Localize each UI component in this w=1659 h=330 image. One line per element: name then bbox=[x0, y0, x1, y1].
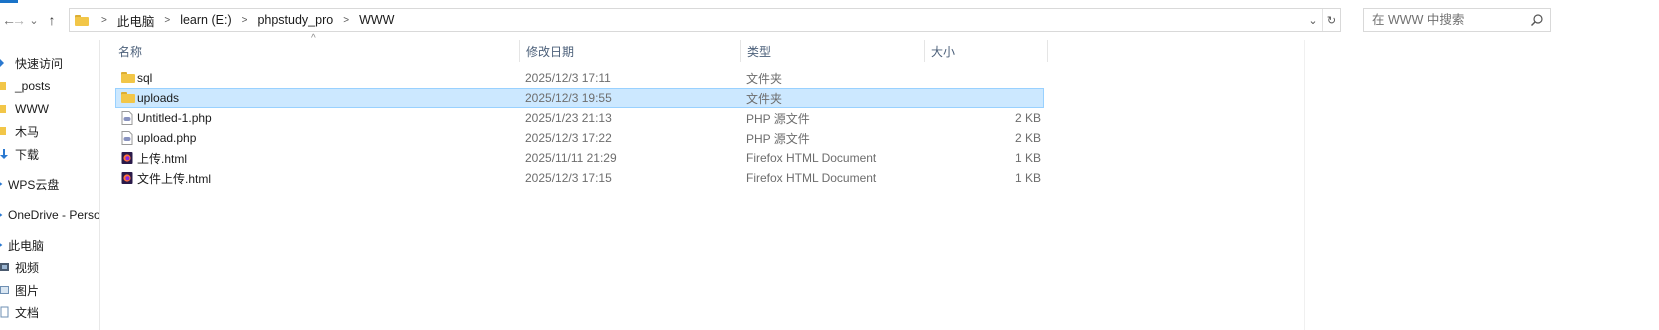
sidebar-item-pictures[interactable]: 图片 bbox=[0, 280, 39, 300]
folder-icon bbox=[121, 72, 135, 86]
search-input[interactable] bbox=[1364, 13, 1524, 27]
sidebar-item-videos[interactable]: 视频 bbox=[0, 257, 39, 277]
sidebar-item-label: 快速访问 bbox=[15, 56, 64, 71]
refresh-button[interactable]: ↻ bbox=[1322, 9, 1340, 31]
sidebar-item-wps-cloud[interactable]: WPS云盘 bbox=[0, 174, 59, 194]
sidebar-item-label: 木马 bbox=[15, 124, 40, 139]
navigation-pane: 快速访问 _posts WWW 木马 下载 WPS云盘 OneDrive - P… bbox=[0, 40, 100, 330]
up-button[interactable]: ↑ bbox=[43, 10, 61, 30]
folder-icon bbox=[121, 92, 135, 106]
address-bar[interactable]: > 此电脑 > learn (E:) > phpstudy_pro > WWW … bbox=[69, 8, 1341, 32]
file-size bbox=[925, 68, 1041, 88]
file-name: 文件上传.html bbox=[137, 171, 212, 186]
star-icon bbox=[0, 59, 4, 67]
file-size: 2 KB bbox=[1014, 111, 1041, 125]
sidebar-item-label: 文档 bbox=[15, 305, 40, 320]
breadcrumb-phpstudy[interactable]: phpstudy_pro bbox=[257, 13, 333, 27]
navigation-bar: ← → ⌄ ↑ > 此电脑 > learn (E:) > phpstudy_pr… bbox=[0, 0, 1659, 40]
php-file-icon bbox=[121, 131, 133, 145]
sidebar-item-label: 图片 bbox=[15, 283, 40, 298]
sidebar-item-documents[interactable]: 文档 bbox=[0, 302, 39, 322]
column-header-size[interactable]: 大小 bbox=[931, 40, 1041, 62]
file-row-untitled-php[interactable]: Untitled-1.php 2025/1/23 21:13 PHP 源文件 2… bbox=[115, 108, 1044, 128]
sidebar-item-downloads[interactable]: 下载 bbox=[0, 144, 39, 164]
pane-divider bbox=[1304, 40, 1305, 330]
sidebar-item-trojan[interactable]: 木马 bbox=[0, 121, 39, 141]
file-type: PHP 源文件 bbox=[746, 111, 810, 126]
chevron-right-icon bbox=[0, 182, 3, 186]
breadcrumb-www[interactable]: WWW bbox=[359, 13, 394, 27]
chevron-right-icon: > bbox=[164, 14, 171, 26]
file-type: Firefox HTML Document bbox=[746, 151, 877, 165]
address-dropdown-button[interactable]: ⌄ bbox=[1304, 9, 1322, 31]
file-size: 2 KB bbox=[1014, 131, 1041, 145]
search-icon[interactable] bbox=[1530, 13, 1544, 27]
sidebar-item-label: 视频 bbox=[15, 260, 40, 275]
column-divider[interactable] bbox=[1047, 40, 1048, 62]
php-file-icon bbox=[121, 111, 133, 125]
search-box[interactable] bbox=[1363, 8, 1551, 32]
chevron-right-icon: > bbox=[241, 14, 248, 26]
column-header-type[interactable]: 类型 bbox=[747, 40, 922, 62]
sidebar-item-label: 此电脑 bbox=[8, 238, 45, 253]
sidebar-item-label: OneDrive - Perso bbox=[8, 208, 100, 222]
folder-icon bbox=[75, 14, 89, 26]
chevron-right-icon bbox=[0, 213, 3, 217]
column-header-date-modified[interactable]: 修改日期 bbox=[526, 40, 736, 62]
file-row-upload-php[interactable]: upload.php 2025/12/3 17:22 PHP 源文件 2 KB bbox=[115, 128, 1044, 148]
sidebar-item-label: _posts bbox=[15, 79, 51, 93]
firefox-html-icon bbox=[121, 172, 133, 184]
file-size: 1 KB bbox=[1014, 171, 1041, 185]
file-type: Firefox HTML Document bbox=[746, 171, 877, 185]
folder-icon bbox=[0, 105, 6, 113]
file-name: uploads bbox=[137, 91, 180, 105]
file-row-file-upload-html[interactable]: 文件上传.html 2025/12/3 17:15 Firefox HTML D… bbox=[115, 168, 1044, 188]
window-accent bbox=[0, 0, 18, 3]
download-icon bbox=[0, 149, 8, 159]
chevron-right-icon bbox=[0, 243, 3, 247]
file-name: upload.php bbox=[137, 131, 197, 145]
file-name: Untitled-1.php bbox=[137, 111, 212, 125]
document-icon bbox=[0, 306, 9, 318]
firefox-html-icon bbox=[121, 152, 133, 164]
file-size: 1 KB bbox=[1014, 151, 1041, 165]
file-date: 2025/12/3 17:11 bbox=[525, 71, 611, 85]
column-divider[interactable] bbox=[519, 40, 520, 62]
file-date: 2025/12/3 17:22 bbox=[525, 131, 612, 145]
file-row-upload-html[interactable]: 上传.html 2025/11/11 21:29 Firefox HTML Do… bbox=[115, 148, 1044, 168]
sidebar-item-quick-access[interactable]: 快速访问 bbox=[0, 53, 63, 73]
sidebar-item-posts[interactable]: _posts bbox=[0, 76, 50, 96]
sidebar-item-label: WPS云盘 bbox=[8, 177, 60, 192]
file-row-sql[interactable]: sql 2025/12/3 17:11 文件夹 bbox=[115, 68, 1044, 88]
breadcrumb-drive[interactable]: learn (E:) bbox=[180, 13, 231, 27]
sidebar-item-label: 下载 bbox=[15, 147, 40, 162]
recent-locations-button[interactable]: ⌄ bbox=[26, 10, 42, 30]
breadcrumb-this-pc[interactable]: 此电脑 bbox=[117, 11, 155, 30]
chevron-right-icon: > bbox=[101, 14, 107, 26]
file-type: 文件夹 bbox=[746, 71, 783, 86]
column-divider[interactable] bbox=[924, 40, 925, 62]
folder-icon bbox=[0, 82, 6, 90]
file-name: 上传.html bbox=[137, 151, 188, 166]
sidebar-item-this-pc[interactable]: 此电脑 bbox=[0, 235, 44, 255]
sidebar-item-onedrive[interactable]: OneDrive - Perso bbox=[0, 205, 100, 225]
file-date: 2025/12/3 19:55 bbox=[525, 91, 612, 105]
file-date: 2025/1/23 21:13 bbox=[525, 111, 612, 125]
column-header-name[interactable]: 名称 bbox=[118, 40, 518, 62]
sidebar-item-label: WWW bbox=[15, 102, 49, 116]
video-icon bbox=[0, 263, 9, 271]
file-size bbox=[925, 89, 1041, 107]
picture-icon bbox=[0, 286, 9, 294]
file-row-uploads[interactable]: uploads 2025/12/3 19:55 文件夹 bbox=[115, 88, 1044, 108]
file-type: PHP 源文件 bbox=[746, 131, 810, 146]
sidebar-item-www[interactable]: WWW bbox=[0, 99, 49, 119]
file-date: 2025/11/11 21:29 bbox=[525, 151, 617, 165]
column-divider[interactable] bbox=[740, 40, 741, 62]
file-type: 文件夹 bbox=[746, 91, 783, 106]
file-date: 2025/12/3 17:15 bbox=[525, 171, 612, 185]
chevron-right-icon: > bbox=[343, 14, 350, 26]
folder-icon bbox=[0, 127, 6, 135]
file-name: sql bbox=[137, 71, 153, 85]
